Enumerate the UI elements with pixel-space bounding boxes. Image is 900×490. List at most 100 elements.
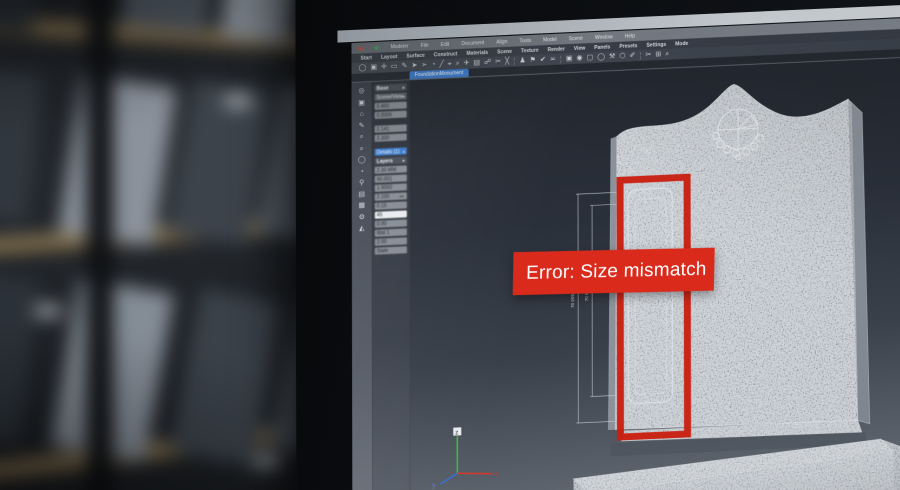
panel-row[interactable]: 2.300 (375, 133, 407, 141)
axis-z-label: z (455, 430, 458, 436)
arc-tool-icon[interactable]: ◔ (431, 61, 435, 68)
panel-row[interactable]: 2.100 (375, 192, 407, 200)
select-icon[interactable]: ▣ (358, 99, 365, 106)
menubar-item[interactable]: Materials (466, 49, 488, 56)
draw-tool-icon[interactable]: ✎ (402, 62, 408, 69)
separator: ¦ (513, 57, 515, 65)
home-view-icon[interactable]: ⌂ (360, 110, 364, 117)
rows-icon[interactable]: ▤ (358, 191, 365, 198)
edit-icon[interactable]: ✎ (359, 122, 365, 129)
grid-tool-icon[interactable]: ⊞ (655, 51, 661, 58)
panel-row[interactable]: 1.9050 (375, 183, 407, 191)
trim-tool-icon[interactable]: ✂ (495, 58, 501, 65)
panel-row[interactable]: 0.450 (375, 101, 407, 109)
menubar-item[interactable]: Layout (381, 53, 397, 60)
settings-icon[interactable]: ⚙ (359, 214, 365, 221)
target-icon[interactable]: ◎ (359, 87, 365, 94)
titlebar-menu-item[interactable]: Model (543, 36, 557, 43)
polygon-tool-icon[interactable]: ⬡ (619, 53, 625, 60)
section-tool-icon[interactable]: ✂ (645, 51, 651, 58)
check-tool-icon[interactable]: ✔ (540, 56, 546, 63)
properties-panel: BaseScene/View0.4500.0006 2.1412.300 Detai… (372, 80, 411, 490)
monitor: Modeler File Edit Document Align Tools Model Sc… (295, 0, 900, 490)
error-banner: Error: Size mismatch (513, 248, 715, 296)
panel-row[interactable]: 2.141 (375, 124, 407, 132)
rectangle-tool-icon[interactable]: ▭ (391, 63, 398, 70)
titlebar-menu-item[interactable]: Modeler (391, 43, 409, 50)
titlebar-menu-item[interactable]: File (421, 42, 429, 48)
move-tool-icon[interactable]: ✛ (381, 63, 387, 70)
titlebar-menu-item[interactable]: Edit (441, 41, 450, 47)
cursor-tool-icon[interactable]: ➤ (411, 62, 417, 69)
cursor-alt-tool-icon[interactable]: ➣ (421, 62, 427, 69)
viewport[interactable]: 600 340 70 0992 70 0910 (410, 53, 900, 490)
ellipse-tool-icon[interactable]: ◯ (597, 53, 605, 60)
panel-tool-icon[interactable]: ▣ (566, 55, 573, 62)
flag-tool-icon[interactable]: ⚑ (530, 57, 536, 64)
annotate-tool-icon[interactable]: ✐ (629, 52, 635, 59)
panel-row[interactable] (375, 142, 407, 146)
align-tool-icon[interactable]: ≍ (550, 56, 556, 63)
active-select-tool-icon[interactable]: ▣ (370, 64, 377, 71)
titlebar-menu-item[interactable]: Scene (569, 35, 583, 42)
frame-tool-icon[interactable]: ▢ (587, 54, 594, 61)
panel-row[interactable]: Mat 1 (375, 228, 407, 236)
panel-row[interactable]: Slate (375, 246, 407, 254)
search-tool-icon[interactable]: ⌕ (456, 60, 460, 67)
titlebar-menu-item[interactable]: Window (595, 34, 613, 41)
figure-tool-icon[interactable]: ♟ (519, 57, 525, 64)
workspace: ◎ ▣ ⌂ ✎ ⌕ ⌕ ◯ ◔ ⚲ ▤ ▦ ⚙ ◭ BaseScene/View0.4500.0006 2… (352, 53, 900, 490)
axis-y-label: y (432, 483, 435, 489)
mirror-tool-icon[interactable]: ☍ (484, 59, 491, 66)
panel-row[interactable]: Base (375, 83, 407, 91)
panel-row[interactable]: 2.00 (375, 237, 407, 245)
menubar-item[interactable]: Settings (646, 41, 666, 48)
zoom-out-icon[interactable]: ⌕ (360, 145, 364, 152)
window-close-dot[interactable] (359, 46, 363, 50)
menubar-item[interactable]: Surface (406, 52, 424, 59)
panel-row[interactable]: 0.15 (375, 201, 407, 209)
menubar-item[interactable]: Scene (497, 48, 512, 55)
arc-icon[interactable]: ◔ (360, 168, 364, 175)
panel-row[interactable]: 0.90 (375, 219, 407, 227)
titlebar-menu-item[interactable]: Document (461, 39, 484, 46)
menubar-item[interactable]: Texture (521, 47, 539, 54)
snap-tool-icon[interactable]: ⌖ (448, 60, 452, 67)
menubar-item[interactable]: View (574, 45, 585, 52)
grid-icon[interactable]: ▦ (358, 202, 365, 209)
layers-tool-icon[interactable]: ▤ (473, 59, 480, 66)
panel-row[interactable]: 90.001 (375, 174, 407, 182)
panel-row[interactable]: 45 (375, 210, 407, 218)
menubar-item[interactable]: Presets (619, 43, 637, 50)
build-tool-icon[interactable]: ⚒ (609, 53, 615, 60)
orient-tool-icon[interactable]: ✈ (464, 60, 470, 67)
line-tool-icon[interactable]: ╱ (439, 61, 443, 68)
panel-row[interactable]: 0.0006 (375, 110, 407, 118)
menubar-item[interactable]: Panels (594, 44, 610, 51)
zoom-tool-icon[interactable]: ⌕ (665, 51, 669, 58)
axis-gizmo: z x y (432, 426, 497, 490)
render-tool-icon[interactable]: ◉ (576, 55, 582, 62)
triangle-icon[interactable]: ◭ (359, 225, 364, 232)
circle-tool-icon[interactable]: ◯ (359, 64, 367, 71)
menubar-item[interactable]: Start (361, 55, 372, 62)
menubar-item[interactable]: Construct (434, 51, 458, 58)
circle-icon[interactable]: ◯ (358, 156, 366, 163)
delete-tool-icon[interactable]: ╳ (505, 58, 509, 65)
separator: ¦ (560, 55, 562, 63)
panel-row[interactable]: Details (1) (375, 147, 407, 155)
panel-row[interactable]: 2.30 MM (375, 165, 407, 173)
left-toolstrip: ◎ ▣ ⌂ ✎ ⌕ ⌕ ◯ ◔ ⚲ ▤ ▦ ⚙ ◭ (352, 82, 373, 490)
titlebar-menu-item[interactable]: Tools (519, 37, 531, 44)
panel-row[interactable]: Layers (375, 156, 407, 164)
panel-row[interactable] (375, 119, 407, 123)
window-zoom-dot[interactable] (375, 45, 379, 49)
probe-icon[interactable]: ⚲ (359, 179, 364, 186)
separator: ¦ (639, 51, 641, 59)
panel-row[interactable]: Scene/View (375, 92, 407, 100)
zoom-in-icon[interactable]: ⌕ (360, 133, 364, 140)
titlebar-menu-item[interactable]: Help (625, 33, 635, 39)
menubar-item[interactable]: Mode (675, 40, 688, 47)
titlebar-menu-item[interactable]: Align (496, 38, 507, 44)
menubar-item[interactable]: Render (548, 46, 565, 53)
